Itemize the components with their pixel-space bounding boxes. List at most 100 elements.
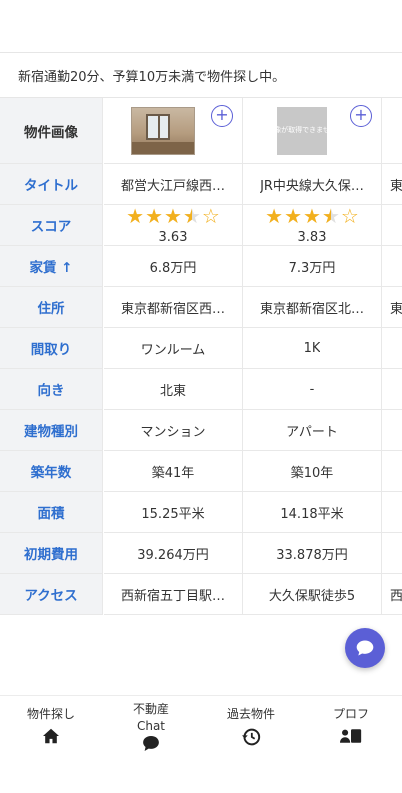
property-photo[interactable] bbox=[131, 106, 195, 155]
star-half-icon: ★ bbox=[322, 206, 340, 226]
image-unavailable-placeholder: 画像が取得できません bbox=[267, 106, 337, 155]
row-label-title: タイトル bbox=[0, 164, 103, 205]
star-full-icon: ★ bbox=[284, 205, 303, 228]
add-property-button[interactable]: + bbox=[350, 105, 372, 127]
row-label-rent[interactable]: 家賃 ↑ bbox=[0, 246, 103, 287]
cell-age: 築10年 bbox=[243, 451, 382, 492]
nav-chat-label-2: Chat bbox=[136, 719, 166, 733]
property-comparison-table[interactable]: +都営大江戸線西…★★★★☆3.636.8万円東京都新宿区西…ワンルーム北東マン… bbox=[0, 98, 402, 619]
cell-area bbox=[382, 492, 402, 533]
cell-score: ★★★★☆ 3.63 bbox=[104, 205, 243, 246]
cell-layout: 1K bbox=[243, 328, 382, 369]
cell-text: アパート bbox=[286, 424, 338, 440]
cell-age: 築41年 bbox=[104, 451, 243, 492]
row-label-access: アクセス bbox=[0, 574, 103, 615]
cell-layout bbox=[382, 328, 402, 369]
cell-image[interactable]: 画像が取得できません + bbox=[243, 98, 382, 164]
cell-direction bbox=[382, 369, 402, 410]
nav-realestate-chat[interactable]: 不動産 Chat bbox=[101, 696, 201, 756]
cell-text: 東京都新宿区西… bbox=[120, 301, 225, 317]
cell-text: マンション bbox=[140, 424, 206, 440]
cell-image[interactable] bbox=[382, 98, 402, 164]
cell-text: 北東 bbox=[159, 383, 186, 399]
cell-direction: 北東 bbox=[104, 369, 243, 410]
cell-text: 東京 bbox=[390, 178, 402, 194]
cell-text: 33.878万円 bbox=[276, 547, 348, 563]
cell-text: - bbox=[309, 381, 315, 397]
cell-score: ★★★★☆ bbox=[382, 205, 402, 246]
score-value: 3.63 bbox=[158, 229, 188, 245]
nav-history-label: 過去物件 bbox=[226, 707, 275, 721]
row-label-building-type: 建物種別 bbox=[0, 410, 103, 451]
cell-title[interactable]: 都営大江戸線西… bbox=[104, 164, 243, 205]
row-label-layout: 間取り bbox=[0, 328, 103, 369]
cell-text: 6.8万円 bbox=[149, 260, 197, 276]
nav-chat-label: 不動産 bbox=[132, 702, 169, 716]
nav-search-label: 物件探し bbox=[26, 707, 75, 721]
bottom-navigation: 物件探し 不動産 Chat 過去物件 プロフ bbox=[0, 695, 402, 755]
cell-title[interactable]: 東京 bbox=[382, 164, 402, 205]
cell-area: 15.25平米 bbox=[104, 492, 243, 533]
profile-card-icon bbox=[340, 728, 362, 747]
row-label-age: 築年数 bbox=[0, 451, 103, 492]
cell-title[interactable]: JR中央線大久保… bbox=[243, 164, 382, 205]
cell-text: 都営大江戸線西… bbox=[120, 178, 225, 194]
cell-age bbox=[382, 451, 402, 492]
cell-access: 西 bbox=[382, 574, 402, 615]
cell-text: 大久保駅徒歩5 bbox=[268, 588, 356, 604]
history-icon bbox=[241, 728, 261, 749]
star-full-icon: ★ bbox=[265, 205, 284, 228]
cell-image[interactable]: + bbox=[104, 98, 243, 164]
nav-profile-label: プロフ bbox=[332, 707, 369, 721]
cell-text: 築10年 bbox=[290, 465, 334, 481]
cell-access: 大久保駅徒歩5 bbox=[243, 574, 382, 615]
star-half-icon: ★ bbox=[183, 206, 201, 226]
cell-text: 築41年 bbox=[151, 465, 195, 481]
nav-past-properties[interactable]: 過去物件 bbox=[201, 696, 301, 756]
cell-area: 14.18平米 bbox=[243, 492, 382, 533]
row-label-score: スコア bbox=[0, 205, 103, 246]
cell-building-type: アパート bbox=[243, 410, 382, 451]
cell-text: 西 bbox=[390, 588, 402, 604]
cell-text: 東京 bbox=[390, 301, 402, 317]
nav-search-properties[interactable]: 物件探し bbox=[1, 696, 101, 756]
cell-direction: - bbox=[243, 369, 382, 410]
cell-text: JR中央線大久保… bbox=[260, 178, 364, 194]
row-label-address: 住所 bbox=[0, 287, 103, 328]
cell-initial-cost bbox=[382, 533, 402, 574]
row-label-direction: 向き bbox=[0, 369, 103, 410]
cell-address: 東京 bbox=[382, 287, 402, 328]
chat-bubble-icon bbox=[356, 640, 374, 656]
cell-initial-cost: 33.878万円 bbox=[243, 533, 382, 574]
star-empty-icon: ☆ bbox=[201, 205, 220, 228]
cell-initial-cost: 39.264万円 bbox=[104, 533, 243, 574]
star-full-icon: ★ bbox=[164, 205, 182, 228]
cell-text: 西新宿五丁目駅… bbox=[120, 588, 225, 604]
cell-rent: 7.3万円 bbox=[243, 246, 382, 287]
star-full-icon: ★ bbox=[303, 205, 321, 228]
row-label-initial-cost: 初期費用 bbox=[0, 533, 103, 574]
search-query-bar: 新宿通勤20分、予算10万未満で物件探し中。 bbox=[0, 52, 402, 98]
cell-access: 西新宿五丁目駅… bbox=[104, 574, 243, 615]
photo-window bbox=[146, 113, 170, 140]
home-icon bbox=[42, 728, 60, 747]
score-value: 3.83 bbox=[297, 229, 327, 245]
search-query-text: 新宿通勤20分、予算10万未満で物件探し中。 bbox=[18, 69, 286, 85]
cell-text: 14.18平米 bbox=[280, 506, 344, 522]
star-rating: ★★★★☆ bbox=[265, 206, 359, 226]
cell-address: 東京都新宿区西… bbox=[104, 287, 243, 328]
cell-text: 15.25平米 bbox=[141, 506, 205, 522]
cell-rent: 6.8万円 bbox=[104, 246, 243, 287]
cell-text: 39.264万円 bbox=[137, 547, 209, 563]
chat-fab-button[interactable] bbox=[345, 628, 385, 668]
cell-address: 東京都新宿区北… bbox=[243, 287, 382, 328]
cell-text: 東京都新宿区北… bbox=[259, 301, 364, 317]
cell-text: 1K bbox=[303, 340, 321, 356]
add-property-button[interactable]: + bbox=[211, 105, 233, 127]
cell-text: 7.3万円 bbox=[288, 260, 336, 276]
nav-profile[interactable]: プロフ bbox=[301, 696, 401, 756]
chat-bubble-icon bbox=[142, 735, 160, 755]
cell-text: ワンルーム bbox=[140, 342, 206, 358]
star-empty-icon: ☆ bbox=[340, 205, 359, 228]
star-rating: ★★★★☆ bbox=[126, 206, 220, 226]
